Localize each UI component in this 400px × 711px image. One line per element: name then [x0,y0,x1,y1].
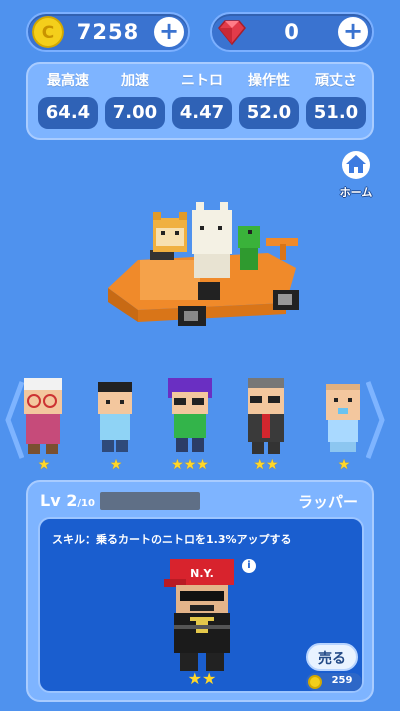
skill-description: スキル：乗るカートのニトロを1.3%アップする [52,533,292,546]
rarity-stars: ★ [109,457,123,473]
stat-handling: 操作性 52.0 [239,70,299,129]
level-value: Lv 2 [40,491,78,510]
svg-text:C: C [42,23,54,43]
rarity-stars: ★ [337,457,351,473]
home-icon [342,151,370,179]
stat-label: 操作性 [248,73,290,89]
kart-image [108,202,299,326]
svg-text:N.Y.: N.Y. [190,567,214,580]
rarity-stars: ★★★ [171,457,209,473]
character-card-purple-hair[interactable]: ★★★ [162,376,218,472]
character-card-granny[interactable]: ★ [16,376,72,472]
rarity-stars: ★★ [253,457,279,473]
baby-avatar [326,384,360,452]
rarity-stars: ★ [37,457,51,473]
character-name: ラッパー [297,493,358,511]
stat-durability: 頑丈さ 51.0 [306,70,366,129]
character-card-boy[interactable]: ★ [88,376,144,472]
granny-avatar [24,378,62,454]
character-detail-panel: Lv 2/10 ラッパー スキル：乗るカートのニトロを1.3%アップする i N… [26,480,374,702]
sell-price-value: 259 [331,675,353,686]
coin-icon: C [32,16,64,48]
stat-label: 最高速 [47,73,89,89]
coin-counter: C 7258 + [26,12,190,52]
stat-value: 4.47 [172,97,232,129]
kart-stats-panel: 最高速 64.4 加速 7.00 ニトロ 4.47 操作性 52.0 頑丈さ 5… [26,62,374,140]
stat-value: 52.0 [239,97,299,129]
boy-avatar [98,382,132,452]
skill-card: スキル：乗るカートのニトロを1.3%アップする i N.Y. ★★ 売る 259 [38,517,364,693]
gem-icon [218,20,246,46]
home-button[interactable]: ホーム [334,150,378,200]
sell-price: 259 [306,673,362,691]
info-icon[interactable]: i [242,559,256,573]
rarity-stars: ★★ [187,669,217,688]
stat-label: 加速 [121,73,149,89]
character-card-businessman[interactable]: ★★ [238,376,294,472]
stat-top-speed: 最高速 64.4 [38,70,98,129]
stat-nitro: ニトロ 4.47 [172,70,232,129]
add-gems-button[interactable]: + [338,17,368,47]
coin-value: 7258 [76,20,140,44]
home-label: ホーム [339,186,373,199]
sell-button[interactable]: 売る [306,643,358,671]
gem-counter: 0 + [210,12,374,52]
businessman-avatar [248,378,284,454]
level-label: Lv 2/10 [40,491,95,510]
rapper-avatar: N.Y. [164,559,234,671]
stat-acceleration: 加速 7.00 [105,70,165,129]
level-progress-bar [100,492,200,510]
gem-value: 0 [284,20,300,44]
level-max: /10 [77,498,95,509]
stat-value: 51.0 [306,97,366,129]
add-coins-button[interactable]: + [154,17,184,47]
purple-hair-avatar [168,378,212,452]
stat-value: 64.4 [38,97,98,129]
stat-label: ニトロ [181,73,223,89]
stat-label: 頑丈さ [315,73,357,89]
coin-icon [308,675,322,689]
stat-value: 7.00 [105,97,165,129]
character-card-baby[interactable]: ★ [316,376,372,472]
